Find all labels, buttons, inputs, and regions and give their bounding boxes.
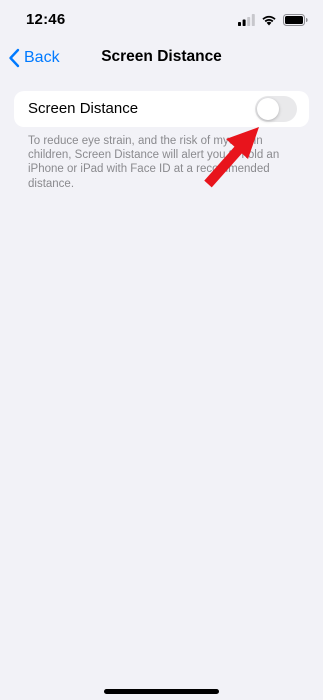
toggle-knob: [257, 98, 279, 120]
status-bar: 12:46: [0, 0, 323, 40]
wifi-icon: [262, 15, 276, 26]
screen-distance-toggle[interactable]: [255, 96, 297, 122]
screen-distance-description: To reduce eye strain, and the risk of my…: [28, 135, 280, 190]
signal-icon: [238, 14, 255, 26]
battery-icon: [283, 14, 308, 26]
status-icons: [238, 13, 308, 27]
page-title: Screen Distance: [101, 48, 222, 65]
screen-distance-row: Screen Distance: [14, 91, 309, 127]
home-indicator: [104, 689, 219, 694]
nav-bar: Back Screen Distance: [0, 40, 323, 76]
status-time: 12:46: [26, 11, 66, 28]
screen-distance-label: Screen Distance: [28, 100, 139, 117]
